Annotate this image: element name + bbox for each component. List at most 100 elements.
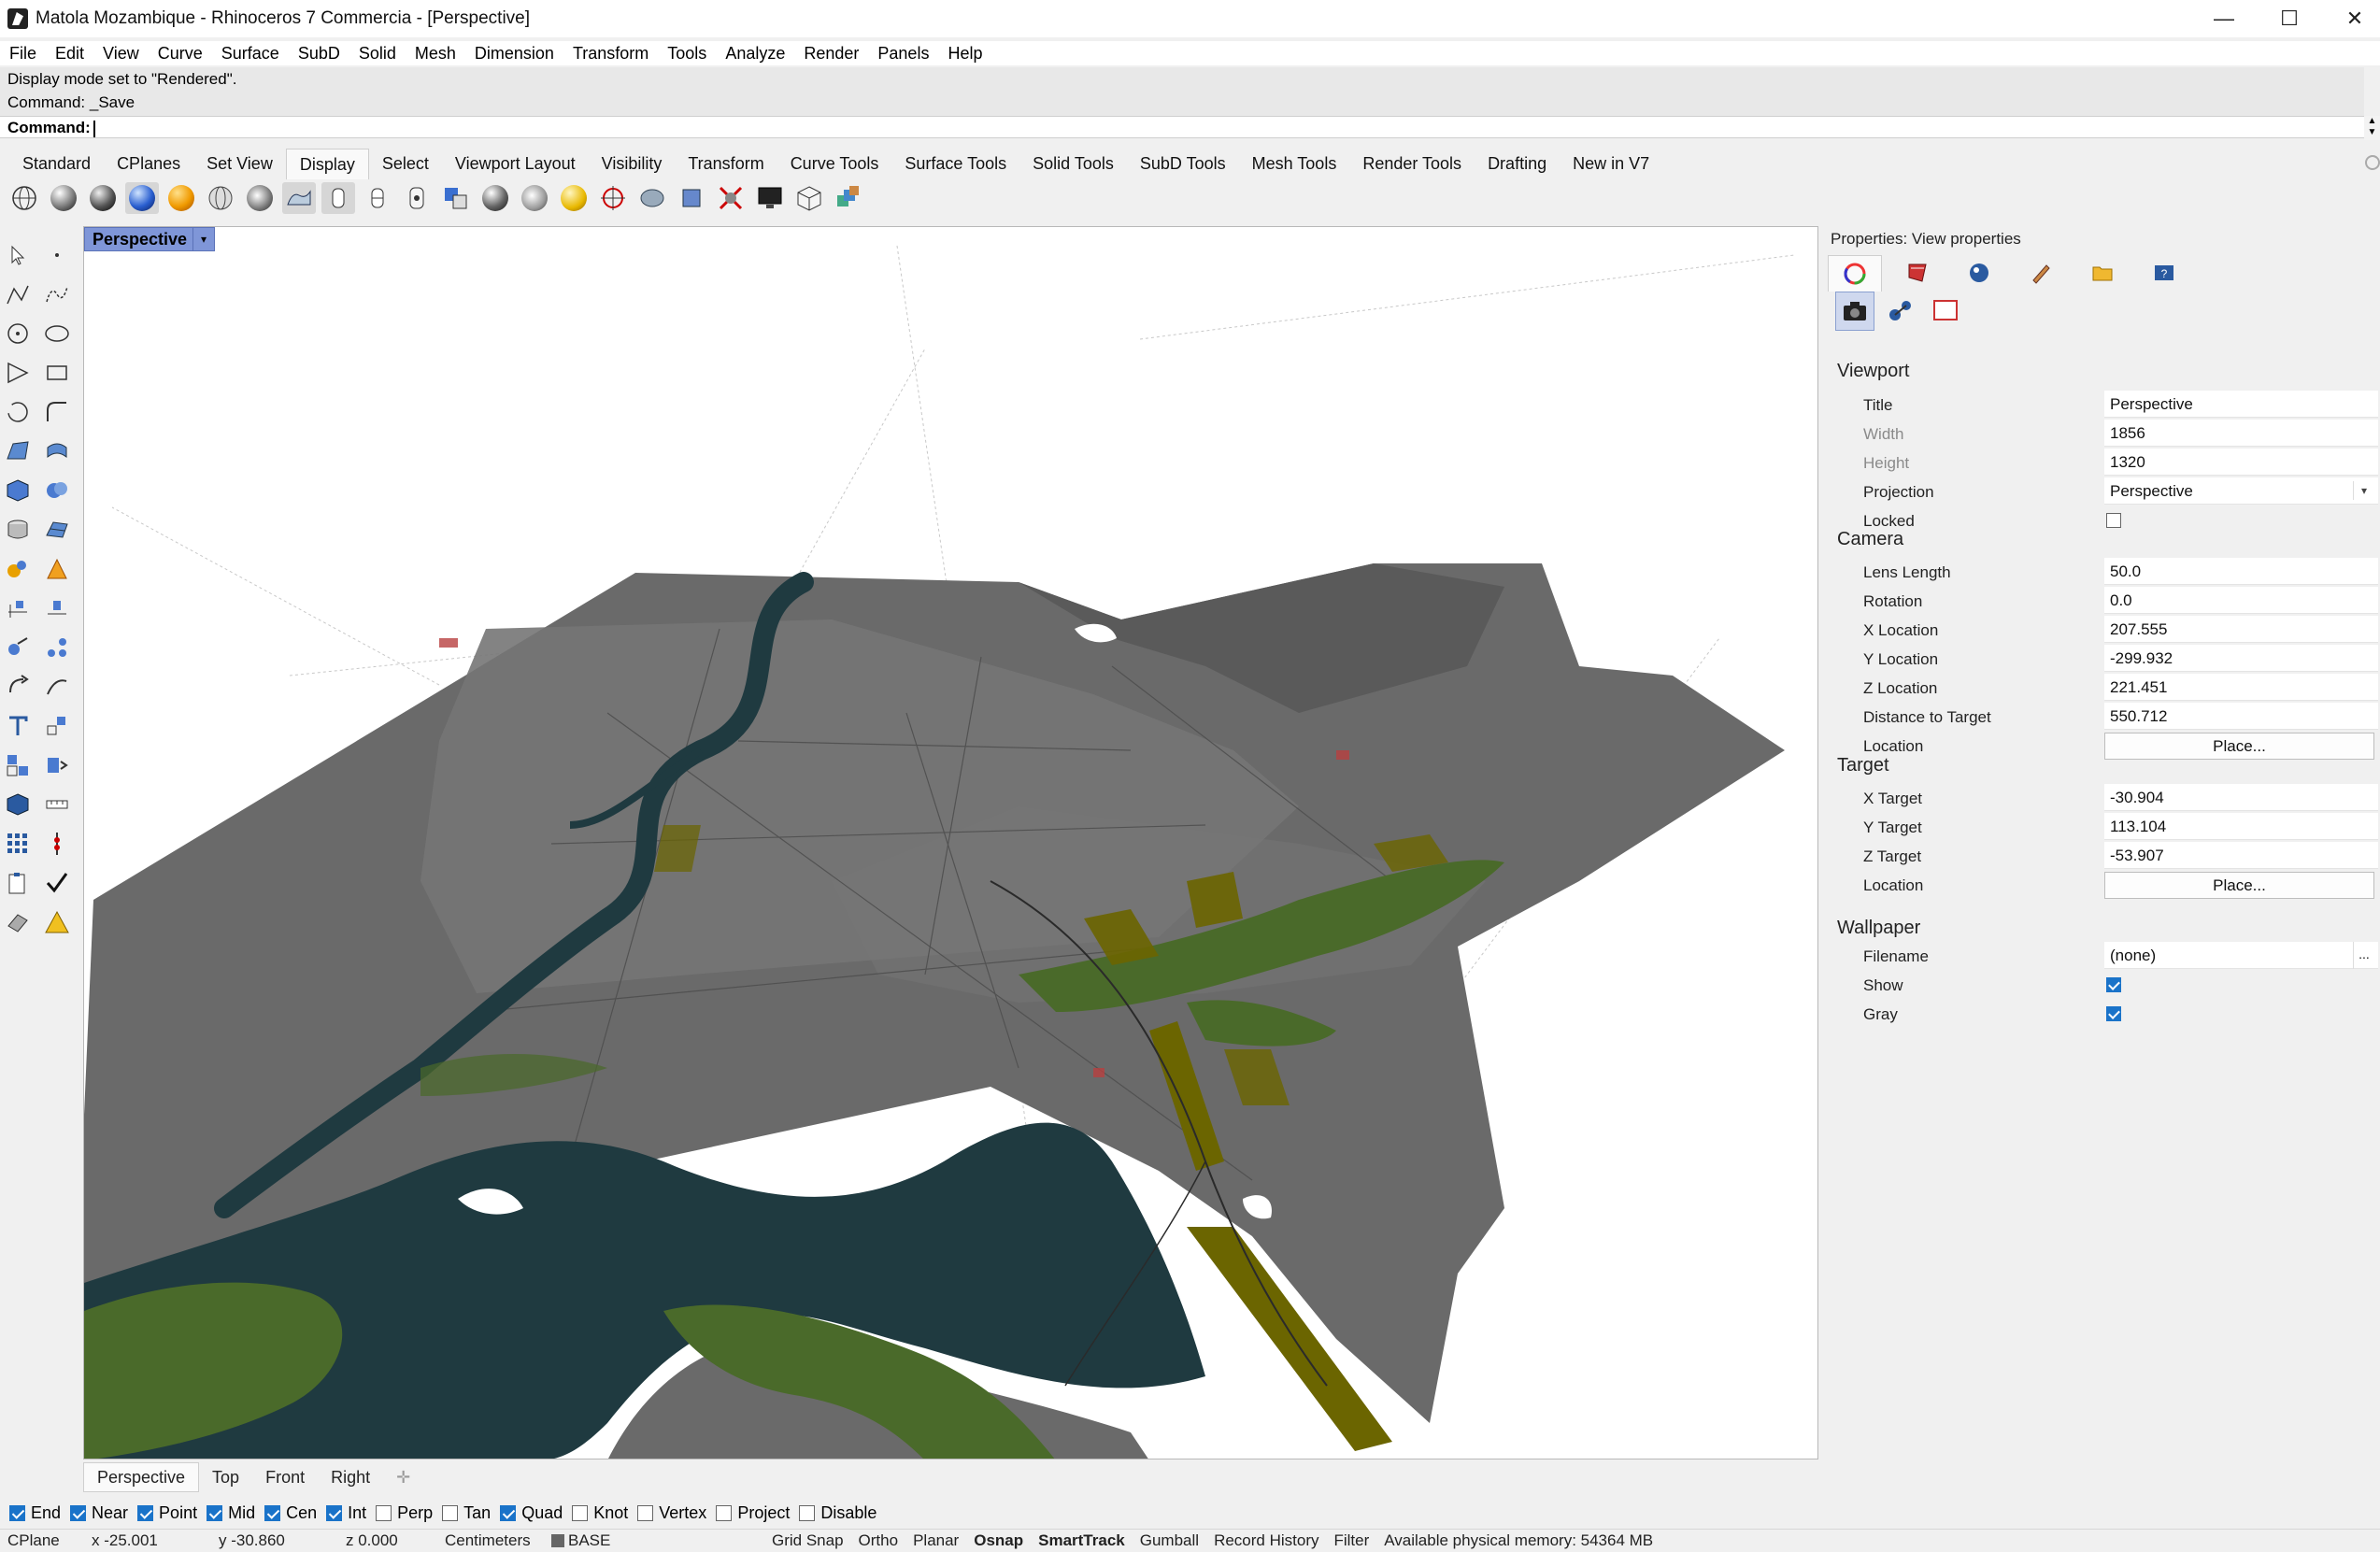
close-button[interactable]: ✕ (2323, 0, 2380, 37)
zebra-icon[interactable] (635, 182, 669, 214)
display-options-icon[interactable] (439, 182, 473, 214)
projection-select[interactable]: Perspective ▾ (2104, 477, 2378, 505)
ellipse-icon[interactable] (41, 318, 73, 349)
menu-transform[interactable]: Transform (563, 44, 658, 64)
solid-box-icon[interactable] (2, 789, 34, 820)
add-viewport-icon[interactable]: ✛ (383, 1463, 423, 1491)
chevron-down-icon[interactable]: ▾ (192, 227, 215, 251)
lights-icon[interactable] (478, 182, 512, 214)
display-mode-icon[interactable] (1882, 292, 1919, 329)
osnap-perp[interactable]: Perp (376, 1503, 433, 1523)
properties-icon[interactable] (2, 906, 34, 938)
osnap-int-checkbox[interactable] (326, 1504, 343, 1521)
grid-snap-toggle[interactable]: Grid Snap (764, 1531, 851, 1550)
folder-tab-icon[interactable] (2076, 255, 2129, 291)
menu-curve[interactable]: Curve (149, 44, 212, 64)
camera-place-button[interactable]: Place... (2104, 733, 2374, 760)
title-field[interactable]: Perspective (2104, 391, 2378, 418)
smarttrack-toggle[interactable]: SmartTrack (1031, 1531, 1133, 1550)
osnap-end[interactable]: End (9, 1503, 61, 1523)
arc-icon[interactable] (2, 396, 34, 428)
tab-subd-tools[interactable]: SubD Tools (1127, 149, 1239, 178)
layers-tab-icon[interactable] (1891, 255, 1944, 291)
y-location-field[interactable]: -299.932 (2104, 645, 2378, 672)
height-field[interactable]: 1320 (2104, 449, 2378, 476)
camera-icon[interactable] (1835, 292, 1874, 331)
libraries-tab-icon[interactable] (2015, 255, 2067, 291)
loft-icon[interactable] (41, 435, 73, 467)
gray-checkbox[interactable] (2106, 1006, 2121, 1021)
cylinder-icon[interactable] (2, 514, 34, 546)
osnap-perp-checkbox[interactable] (376, 1504, 392, 1521)
clipping-plane-icon[interactable] (557, 182, 591, 214)
screen-icon[interactable] (753, 182, 787, 214)
osnap-disable-checkbox[interactable] (799, 1504, 816, 1521)
curve-icon[interactable] (41, 278, 73, 310)
check-icon[interactable] (41, 867, 73, 899)
gumball-toggle[interactable]: Gumball (1133, 1531, 1206, 1550)
ghosted-icon[interactable] (125, 182, 159, 214)
pen-icon[interactable] (282, 182, 316, 214)
z-target-field[interactable]: -53.907 (2104, 842, 2378, 869)
tab-visibility[interactable]: Visibility (589, 149, 676, 178)
ortho-toggle[interactable]: Ortho (851, 1531, 906, 1550)
circle-icon[interactable] (2, 318, 34, 349)
menu-analyze[interactable]: Analyze (716, 44, 794, 64)
tab-cplanes[interactable]: CPlanes (104, 149, 193, 178)
select-arrow-icon[interactable] (2, 239, 34, 271)
osnap-int[interactable]: Int (326, 1503, 366, 1523)
osnap-quad[interactable]: Quad (500, 1503, 563, 1523)
xray-icon[interactable] (164, 182, 198, 214)
block-icon[interactable] (41, 749, 73, 781)
osnap-point[interactable]: Point (137, 1503, 197, 1523)
fillet-icon[interactable] (41, 396, 73, 428)
record-history-toggle[interactable]: Record History (1206, 1531, 1326, 1550)
rectangle-icon[interactable] (41, 357, 73, 389)
menu-view[interactable]: View (93, 44, 149, 64)
width-field[interactable]: 1856 (2104, 420, 2378, 447)
monochrome-icon[interactable] (400, 182, 434, 214)
viewport-tab-perspective[interactable]: Perspective (83, 1462, 200, 1492)
minimize-button[interactable]: — (2192, 0, 2256, 37)
cplane-toggle[interactable]: CPlane (0, 1531, 84, 1550)
osnap-near-checkbox[interactable] (70, 1504, 87, 1521)
menu-subd[interactable]: SubD (289, 44, 349, 64)
tab-curve-tools[interactable]: Curve Tools (777, 149, 892, 178)
x-target-field[interactable]: -30.904 (2104, 784, 2378, 811)
viewport-tab-front[interactable]: Front (252, 1463, 318, 1491)
osnap-vertex-checkbox[interactable] (637, 1504, 654, 1521)
array-icon[interactable] (41, 632, 73, 663)
group-icon[interactable] (2, 749, 34, 781)
gear-icon[interactable] (2365, 155, 2380, 170)
target-place-button[interactable]: Place... (2104, 872, 2374, 899)
osnap-tan-checkbox[interactable] (442, 1504, 459, 1521)
z-location-field[interactable]: 221.451 (2104, 674, 2378, 701)
show-checkbox[interactable] (2106, 977, 2121, 992)
light-icon[interactable] (41, 553, 73, 585)
menu-render[interactable]: Render (794, 44, 868, 64)
filename-field[interactable]: (none)... (2104, 942, 2378, 969)
command-history-scroll[interactable]: ▲ ▼ (2364, 116, 2380, 140)
command-line[interactable]: Command: (0, 116, 2364, 138)
scale-icon[interactable] (41, 671, 73, 703)
tab-mesh-tools[interactable]: Mesh Tools (1239, 149, 1350, 178)
analyze-icon[interactable] (41, 828, 73, 860)
warning-icon[interactable] (41, 906, 73, 938)
menu-tools[interactable]: Tools (658, 44, 716, 64)
viewport-tab-top[interactable]: Top (199, 1463, 252, 1491)
transform-icon[interactable] (2, 632, 34, 663)
boolean-icon[interactable] (41, 475, 73, 506)
tab-transform[interactable]: Transform (675, 149, 777, 178)
menu-solid[interactable]: Solid (349, 44, 406, 64)
units-pane[interactable]: Centimeters (437, 1531, 544, 1550)
osnap-knot-checkbox[interactable] (572, 1504, 589, 1521)
lens-length-field[interactable]: 50.0 (2104, 558, 2378, 585)
close-clipping-icon[interactable] (714, 182, 748, 214)
cube-icon[interactable] (792, 182, 826, 214)
tab-display[interactable]: Display (285, 148, 369, 179)
box-icon[interactable] (2, 475, 34, 506)
rotation-field[interactable]: 0.0 (2104, 587, 2378, 614)
grid-icon[interactable] (2, 828, 34, 860)
render-icon[interactable] (2, 553, 34, 585)
wireframe-icon[interactable] (7, 182, 41, 214)
